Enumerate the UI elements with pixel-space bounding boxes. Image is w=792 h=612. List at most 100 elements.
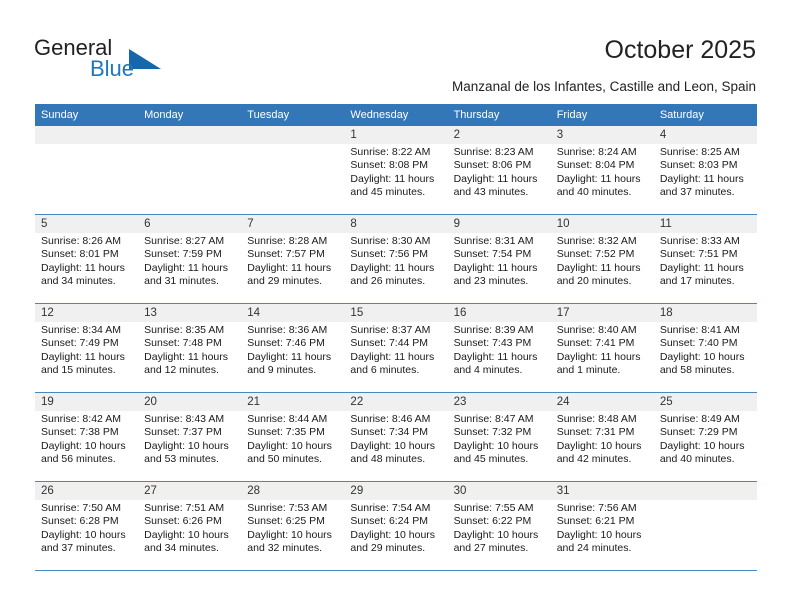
- weekday-header-saturday: Saturday: [659, 109, 704, 121]
- calendar-week-row: 5 Sunrise: 8:26 AM Sunset: 8:01 PM Daylight…: [35, 215, 757, 304]
- sunset-text: Sunset: 8:01 PM: [41, 248, 119, 261]
- day-sun-info: Sunrise: 7:55 AM Sunset: 6:22 PM Daylight:…: [448, 500, 551, 556]
- daylight-text-line2: and 58 minutes.: [659, 364, 735, 377]
- calendar-day-cell-empty: [138, 126, 242, 214]
- calendar-day-cell-empty: [241, 126, 345, 214]
- daylight-text-line1: Daylight: 10 hours: [659, 439, 745, 452]
- day-number: 3: [556, 129, 564, 141]
- day-number: 26: [41, 485, 54, 497]
- day-sun-info: Sunrise: 8:30 AM Sunset: 7:56 PM Daylight:…: [344, 233, 447, 289]
- daylight-text-line2: and 53 minutes.: [144, 453, 219, 466]
- weekday-header-thursday: Thursday: [453, 109, 500, 121]
- calendar-day-cell[interactable]: 27 Sunrise: 7:51 AM Sunset: 6:26 PM Dayligh…: [138, 482, 242, 570]
- calendar-day-cell[interactable]: 14 Sunrise: 8:36 AM Sunset: 7:46 PM Dayligh…: [241, 304, 345, 392]
- sunrise-text: Sunrise: 8:27 AM: [144, 235, 225, 247]
- day-sun-info: Sunrise: 8:37 AM Sunset: 7:44 PM Daylight:…: [344, 322, 447, 378]
- calendar-day-cell[interactable]: 30 Sunrise: 7:55 AM Sunset: 6:22 PM Dayligh…: [447, 482, 551, 570]
- calendar-day-cell[interactable]: 16 Sunrise: 8:39 AM Sunset: 7:43 PM Dayligh…: [447, 304, 551, 392]
- day-sun-info: Sunrise: 8:48 AM Sunset: 7:31 PM Daylight:…: [551, 411, 654, 467]
- day-number-band: [138, 126, 242, 144]
- sunrise-text: Sunrise: 8:46 AM: [350, 413, 431, 425]
- calendar-day-cell[interactable]: 29 Sunrise: 7:54 AM Sunset: 6:24 PM Dayligh…: [344, 482, 448, 570]
- calendar-day-cell[interactable]: 23 Sunrise: 8:47 AM Sunset: 7:32 PM Dayligh…: [447, 393, 551, 481]
- sunrise-text: Sunrise: 8:23 AM: [453, 146, 534, 158]
- daylight-text-line2: and 20 minutes.: [556, 275, 632, 288]
- calendar-week-row: 1 Sunrise: 8:22 AM Sunset: 8:08 PM Daylight…: [35, 126, 757, 215]
- calendar-day-cell[interactable]: 13 Sunrise: 8:35 AM Sunset: 7:48 PM Dayligh…: [138, 304, 242, 392]
- day-sun-info: Sunrise: 8:24 AM Sunset: 8:04 PM Daylight:…: [551, 144, 654, 200]
- day-number: 24: [556, 396, 570, 408]
- day-sun-info: Sunrise: 8:33 AM Sunset: 7:51 PM Daylight:…: [654, 233, 757, 289]
- calendar-week-row: 19 Sunrise: 8:42 AM Sunset: 7:38 PM Dayligh…: [35, 393, 757, 482]
- sunset-text: Sunset: 7:56 PM: [350, 248, 429, 261]
- sunrise-text: Sunrise: 8:42 AM: [41, 413, 121, 425]
- sunrise-text: Sunrise: 7:50 AM: [41, 502, 121, 514]
- brand-name-blue: Blue: [90, 56, 135, 81]
- calendar-day-cell[interactable]: 15 Sunrise: 8:37 AM Sunset: 7:44 PM Dayligh…: [344, 304, 448, 392]
- day-number: 8: [350, 218, 357, 230]
- calendar-day-cell[interactable]: 8 Sunrise: 8:30 AM Sunset: 7:56 PM Daylight…: [344, 215, 448, 303]
- sunset-text: Sunset: 7:38 PM: [41, 426, 119, 439]
- daylight-text-line1: Daylight: 10 hours: [556, 528, 642, 541]
- calendar-day-cell[interactable]: 2 Sunrise: 8:23 AM Sunset: 8:06 PM Daylight…: [447, 126, 551, 214]
- calendar-day-cell[interactable]: 31 Sunrise: 7:56 AM Sunset: 6:21 PM Dayligh…: [550, 482, 654, 570]
- day-sun-info: Sunrise: 8:46 AM Sunset: 7:34 PM Daylight:…: [344, 411, 447, 467]
- calendar-weeks: 1 Sunrise: 8:22 AM Sunset: 8:08 PM Daylight…: [35, 126, 757, 571]
- day-sun-info: Sunrise: 8:23 AM Sunset: 8:06 PM Daylight:…: [448, 144, 551, 200]
- calendar-day-cell[interactable]: 12 Sunrise: 8:34 AM Sunset: 7:49 PM Dayligh…: [35, 304, 139, 392]
- day-number: 14: [247, 307, 261, 319]
- calendar-day-cell[interactable]: 28 Sunrise: 7:53 AM Sunset: 6:25 PM Dayligh…: [241, 482, 345, 570]
- sunset-text: Sunset: 7:32 PM: [453, 426, 532, 439]
- calendar-day-cell[interactable]: 21 Sunrise: 8:44 AM Sunset: 7:35 PM Dayligh…: [241, 393, 345, 481]
- weekday-header-tuesday: Tuesday: [247, 109, 290, 121]
- daylight-text-line2: and 26 minutes.: [350, 275, 426, 288]
- day-number: 22: [350, 396, 364, 408]
- daylight-text-line2: and 15 minutes.: [41, 364, 116, 377]
- daylight-text-line1: Daylight: 11 hours: [144, 261, 228, 274]
- calendar-day-cell[interactable]: 4 Sunrise: 8:25 AM Sunset: 8:03 PM Daylight…: [653, 126, 757, 214]
- sunrise-text: Sunrise: 8:36 AM: [247, 324, 328, 336]
- day-sun-info: Sunrise: 8:40 AM Sunset: 7:41 PM Daylight:…: [551, 322, 654, 378]
- calendar-day-cell[interactable]: 7 Sunrise: 8:28 AM Sunset: 7:57 PM Daylight…: [241, 215, 345, 303]
- calendar-day-cell[interactable]: 1 Sunrise: 8:22 AM Sunset: 8:08 PM Daylight…: [344, 126, 448, 214]
- daylight-text-line1: Daylight: 11 hours: [556, 172, 641, 185]
- calendar-day-cell[interactable]: 18 Sunrise: 8:41 AM Sunset: 7:40 PM Dayligh…: [653, 304, 757, 392]
- calendar-day-cell[interactable]: 5 Sunrise: 8:26 AM Sunset: 8:01 PM Daylight…: [35, 215, 139, 303]
- sunset-text: Sunset: 7:49 PM: [41, 337, 119, 350]
- day-number: 11: [659, 218, 672, 230]
- daylight-text-line2: and 6 minutes.: [350, 364, 420, 377]
- daylight-text-line2: and 45 minutes.: [453, 453, 529, 466]
- calendar-day-cell[interactable]: 10 Sunrise: 8:32 AM Sunset: 7:52 PM Dayligh…: [550, 215, 654, 303]
- sunrise-text: Sunrise: 8:39 AM: [453, 324, 534, 336]
- calendar-day-cell[interactable]: 20 Sunrise: 8:43 AM Sunset: 7:37 PM Dayligh…: [138, 393, 242, 481]
- calendar-day-cell[interactable]: 11 Sunrise: 8:33 AM Sunset: 7:51 PM Dayligh…: [653, 215, 757, 303]
- day-number-band: 26: [35, 482, 139, 500]
- day-sun-info: Sunrise: 8:25 AM Sunset: 8:03 PM Daylight:…: [654, 144, 757, 200]
- daylight-text-line2: and 27 minutes.: [453, 542, 529, 555]
- day-sun-info: Sunrise: 7:54 AM Sunset: 6:24 PM Daylight:…: [344, 500, 447, 556]
- calendar-day-cell[interactable]: 3 Sunrise: 8:24 AM Sunset: 8:04 PM Daylight…: [550, 126, 654, 214]
- calendar-day-cell[interactable]: 9 Sunrise: 8:31 AM Sunset: 7:54 PM Daylight…: [447, 215, 551, 303]
- sunset-text: Sunset: 7:57 PM: [247, 248, 325, 261]
- calendar-day-cell[interactable]: 19 Sunrise: 8:42 AM Sunset: 7:38 PM Dayligh…: [35, 393, 139, 481]
- daylight-text-line2: and 1 minute.: [556, 364, 621, 377]
- sunrise-text: Sunrise: 8:26 AM: [41, 235, 121, 247]
- calendar-day-cell[interactable]: 17 Sunrise: 8:40 AM Sunset: 7:41 PM Dayligh…: [550, 304, 654, 392]
- day-number-band: 25: [653, 393, 757, 411]
- calendar-week-row: 26 Sunrise: 7:50 AM Sunset: 6:28 PM Dayligh…: [35, 482, 757, 571]
- sunset-text: Sunset: 7:35 PM: [247, 426, 325, 439]
- calendar-day-cell[interactable]: 22 Sunrise: 8:46 AM Sunset: 7:34 PM Dayligh…: [344, 393, 448, 481]
- day-sun-info: Sunrise: 8:28 AM Sunset: 7:57 PM Daylight:…: [241, 233, 344, 289]
- page-header: General Blue October 2025 Manzanal de lo…: [0, 0, 792, 104]
- calendar-day-cell[interactable]: 25 Sunrise: 8:49 AM Sunset: 7:29 PM Dayligh…: [653, 393, 757, 481]
- sunrise-text: Sunrise: 8:32 AM: [556, 235, 637, 247]
- calendar-day-cell[interactable]: 24 Sunrise: 8:48 AM Sunset: 7:31 PM Dayligh…: [550, 393, 654, 481]
- sunset-text: Sunset: 7:34 PM: [350, 426, 429, 439]
- calendar-day-cell[interactable]: 6 Sunrise: 8:27 AM Sunset: 7:59 PM Daylight…: [138, 215, 242, 303]
- daylight-text-line1: Daylight: 11 hours: [453, 172, 538, 185]
- daylight-text-line1: Daylight: 10 hours: [556, 439, 642, 452]
- sunrise-text: Sunrise: 8:48 AM: [556, 413, 637, 425]
- daylight-text-line2: and 56 minutes.: [41, 453, 116, 466]
- brand-logo[interactable]: General Blue: [34, 36, 214, 84]
- calendar-day-cell[interactable]: 26 Sunrise: 7:50 AM Sunset: 6:28 PM Dayligh…: [35, 482, 139, 570]
